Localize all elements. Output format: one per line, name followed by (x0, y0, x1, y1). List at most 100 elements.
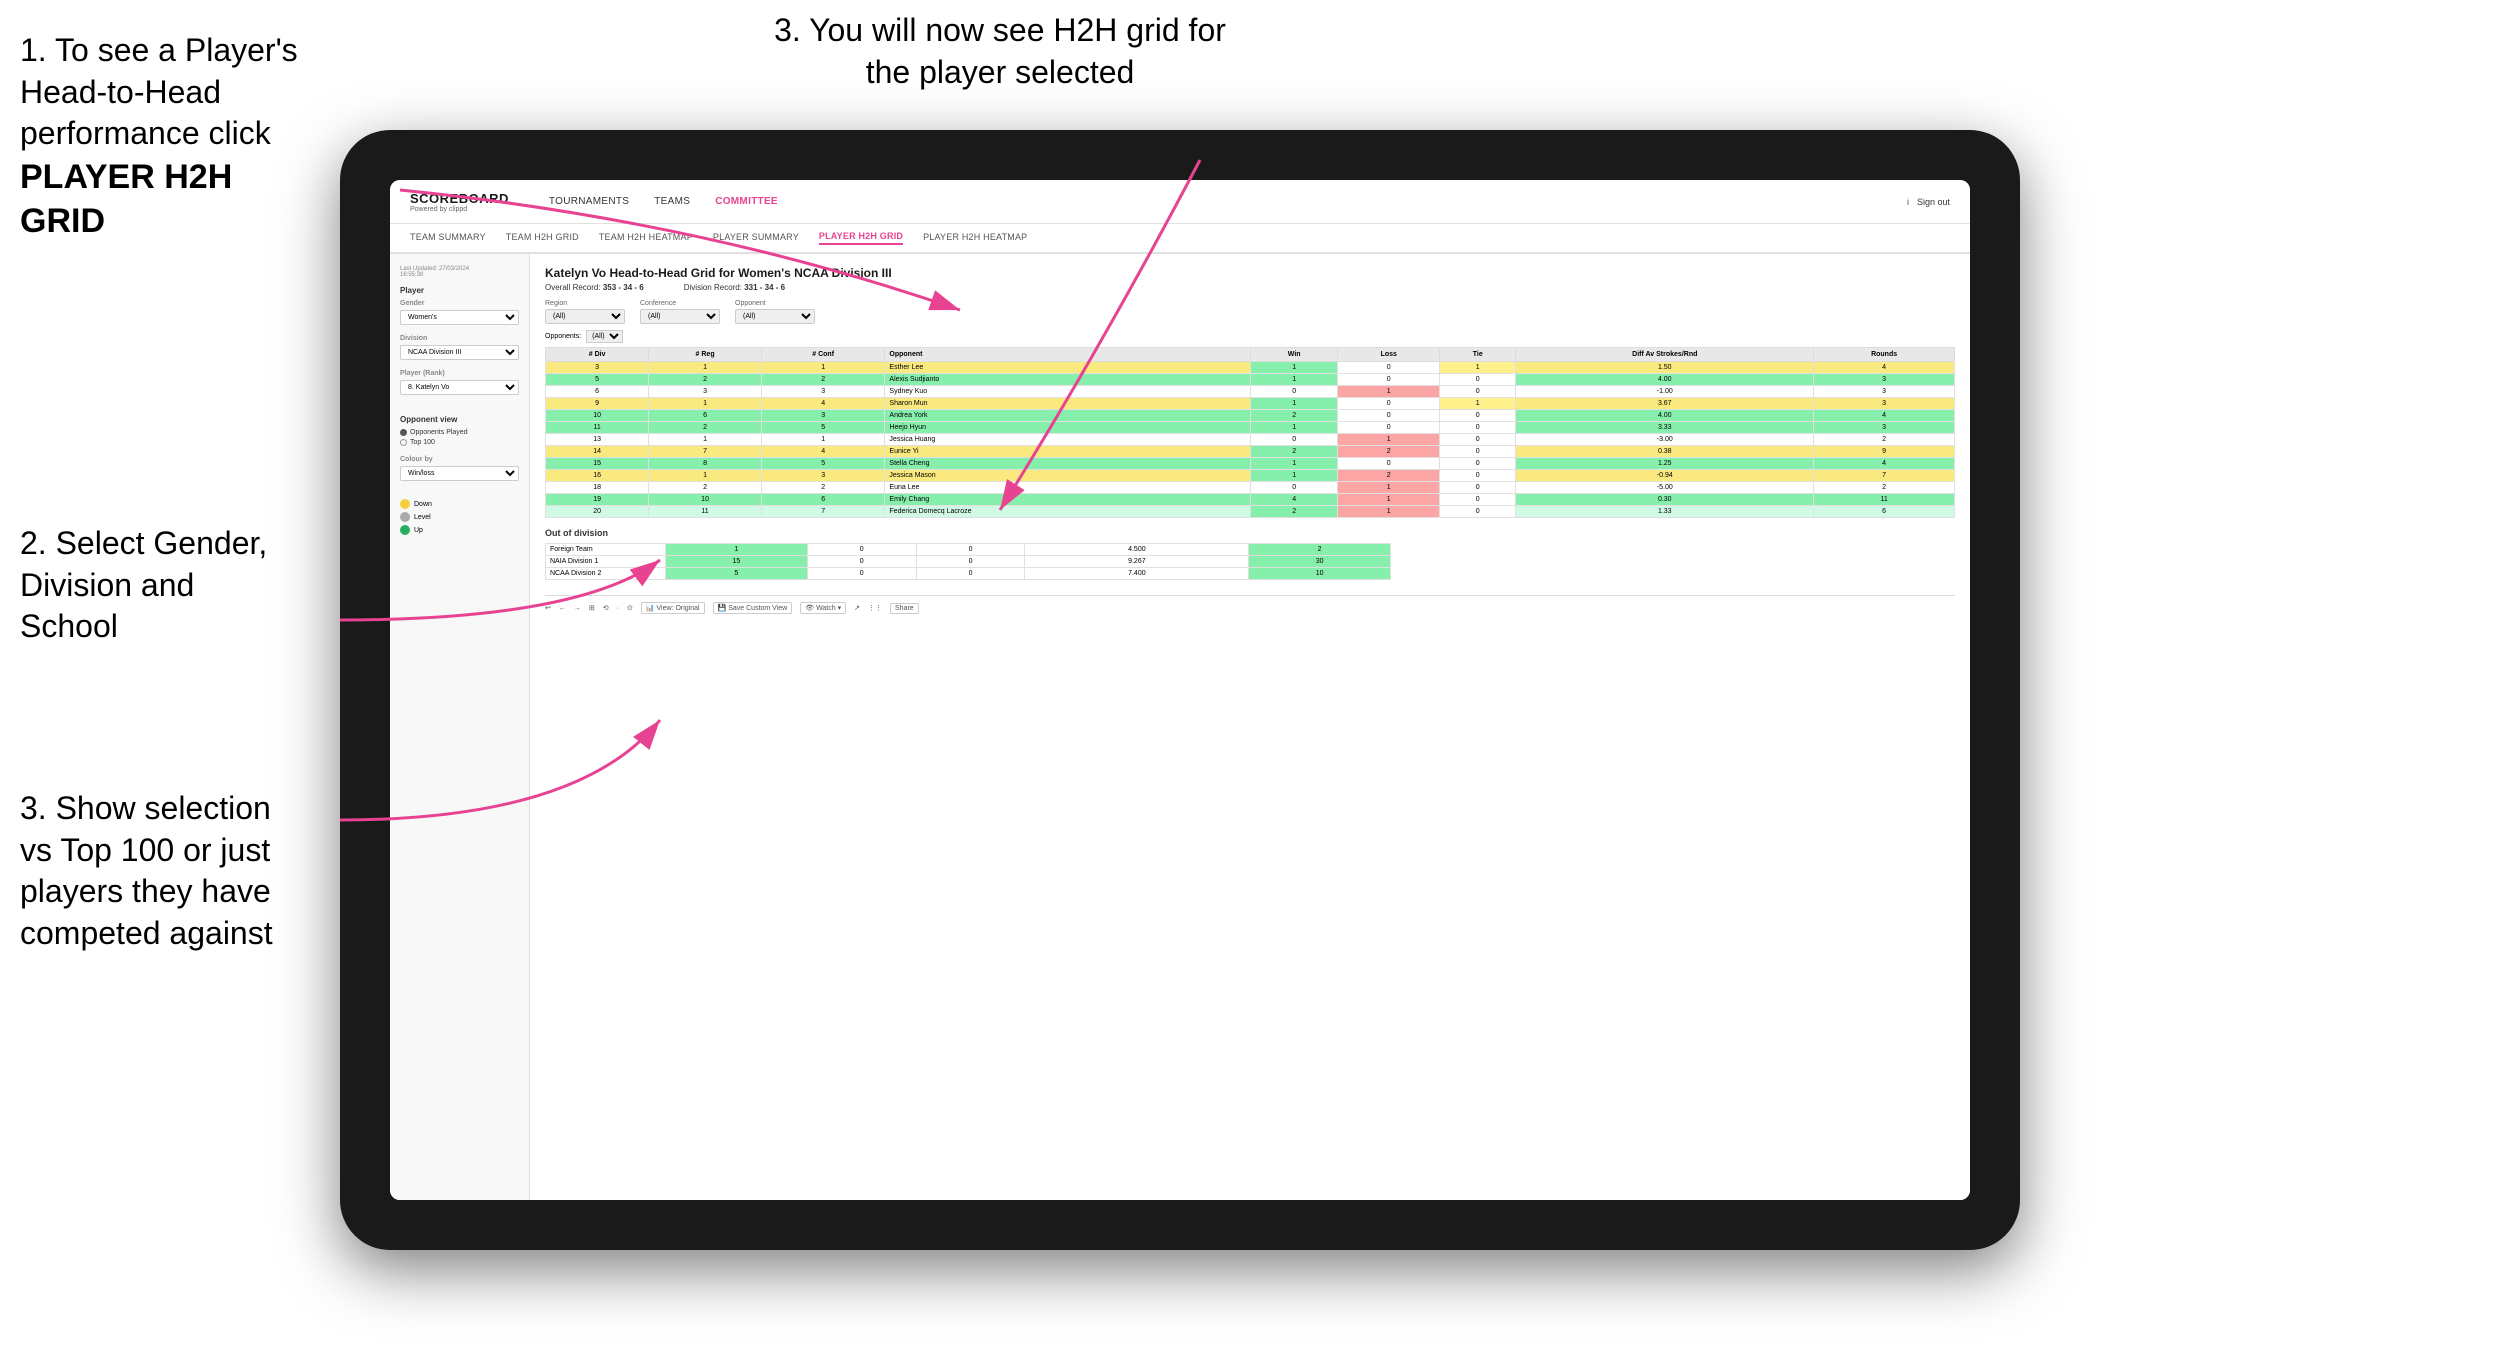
filter-opponent: Opponent (All) (735, 300, 815, 324)
ood-rounds: 10 (1249, 568, 1391, 580)
ood-label: NAIA Division 1 (546, 556, 666, 568)
legend-up: Up (400, 525, 519, 535)
region-filter-label: Region (545, 300, 625, 307)
cell-reg: 2 (649, 422, 762, 434)
grid-area: Katelyn Vo Head-to-Head Grid for Women's… (530, 254, 1970, 1200)
sub-nav-player-summary[interactable]: PLAYER SUMMARY (713, 232, 799, 244)
cell-conf: 1 (761, 362, 885, 374)
cell-opponent: Euna Lee (885, 482, 1251, 494)
sub-nav-team-h2h-grid[interactable]: TEAM H2H GRID (506, 232, 579, 244)
toolbar-grid-icon[interactable]: ⊞ (589, 604, 595, 612)
step1-block: 1. To see a Player's Head-to-Head perfor… (20, 30, 300, 243)
table-row: 11 2 5 Heejo Hyun 1 0 0 3.33 3 (546, 422, 1955, 434)
cell-tie: 1 (1440, 398, 1516, 410)
ood-diff: 7.400 (1025, 568, 1249, 580)
cell-reg: 3 (649, 386, 762, 398)
toolbar-layout[interactable]: ⋮⋮ (868, 604, 882, 612)
toolbar-watch[interactable]: 👁 Watch ▾ (800, 602, 846, 614)
cell-conf: 1 (761, 434, 885, 446)
division-select[interactable]: NCAA Division III (400, 345, 519, 360)
toolbar-refresh[interactable]: ⟲ (603, 604, 609, 612)
toolbar-export[interactable]: ↗ (854, 604, 860, 612)
legend-level: Level (400, 512, 519, 522)
cell-tie: 0 (1440, 386, 1516, 398)
sub-nav-player-h2h-heatmap[interactable]: PLAYER H2H HEATMAP (923, 232, 1027, 244)
sub-nav-team-h2h-heatmap[interactable]: TEAM H2H HEATMAP (599, 232, 693, 244)
toolbar-dots[interactable]: · (617, 605, 619, 612)
sub-nav-player-h2h-grid[interactable]: PLAYER H2H GRID (819, 231, 903, 245)
filter-conference: Conference (All) (640, 300, 720, 324)
last-updated: Last Updated: 27/03/2024 16:55:38 (400, 266, 519, 278)
cell-diff: -3.00 (1516, 434, 1814, 446)
overall-record-label: Overall Record: (545, 283, 601, 292)
player-rank-label: Player (Rank) (400, 370, 519, 377)
table-row: 16 1 3 Jessica Mason 1 2 0 -0.94 7 (546, 470, 1955, 482)
cell-conf: 5 (761, 458, 885, 470)
player-rank-select[interactable]: 8. Katelyn Vo (400, 380, 519, 395)
cell-div: 15 (546, 458, 649, 470)
ood-label: Foreign Team (546, 544, 666, 556)
nav-tournaments[interactable]: TOURNAMENTS (549, 196, 629, 207)
opponent-filter-select[interactable]: (All) (735, 309, 815, 324)
cell-tie: 0 (1440, 458, 1516, 470)
radio-opponents-label: Opponents Played (410, 429, 468, 436)
toolbar-share[interactable]: Share (890, 603, 919, 614)
legend-down: Down (400, 499, 519, 509)
col-diff: Diff Av Strokes/Rnd (1516, 348, 1814, 362)
cell-rounds: 3 (1814, 422, 1955, 434)
cell-diff: -1.00 (1516, 386, 1814, 398)
col-reg: # Reg (649, 348, 762, 362)
radio-opponents-played[interactable]: Opponents Played (400, 429, 519, 436)
cell-diff: 3.67 (1516, 398, 1814, 410)
cell-opponent: Sydney Kuo (885, 386, 1251, 398)
radio-top100[interactable]: Top 100 (400, 439, 519, 446)
conference-filter-select[interactable]: (All) (640, 309, 720, 324)
grid-title: Katelyn Vo Head-to-Head Grid for Women's… (545, 266, 1955, 280)
table-row: 15 8 5 Stella Cheng 1 0 0 1.25 4 (546, 458, 1955, 470)
ood-rounds: 30 (1249, 556, 1391, 568)
gender-label: Gender (400, 300, 519, 307)
sign-out-button[interactable]: Sign out (1917, 197, 1950, 207)
cell-loss: 0 (1338, 422, 1440, 434)
cell-opponent: Sharon Mun (885, 398, 1251, 410)
cell-tie: 0 (1440, 374, 1516, 386)
toolbar-forward[interactable]: → (574, 605, 581, 612)
col-win: Win (1250, 348, 1337, 362)
cell-div: 18 (546, 482, 649, 494)
toolbar-circle[interactable]: ⊙ (627, 604, 633, 612)
cell-tie: 1 (1440, 362, 1516, 374)
toolbar-view-original[interactable]: 📊 View: Original (641, 602, 705, 614)
cell-reg: 6 (649, 410, 762, 422)
ood-loss: 0 (807, 556, 916, 568)
step2-block: 2. Select Gender, Division and School (20, 523, 300, 648)
sub-nav: TEAM SUMMARY TEAM H2H GRID TEAM H2H HEAT… (390, 224, 1970, 254)
colour-by-select[interactable]: Win/loss (400, 466, 519, 481)
cell-rounds: 3 (1814, 386, 1955, 398)
toolbar-undo[interactable]: ↩ (545, 604, 551, 612)
logo: SCOREBOARD Powered by clippd (410, 191, 509, 213)
col-div: # Div (546, 348, 649, 362)
region-filter-select[interactable]: (All) (545, 309, 625, 324)
legend-dot-down (400, 499, 410, 509)
toolbar-back[interactable]: ← (559, 605, 566, 612)
cell-rounds: 6 (1814, 506, 1955, 518)
nav-teams[interactable]: TEAMS (654, 196, 690, 207)
cell-div: 16 (546, 470, 649, 482)
cell-diff: -0.94 (1516, 470, 1814, 482)
cell-loss: 1 (1338, 482, 1440, 494)
sub-nav-team-summary[interactable]: TEAM SUMMARY (410, 232, 486, 244)
cell-rounds: 9 (1814, 446, 1955, 458)
cell-opponent: Jessica Mason (885, 470, 1251, 482)
gender-select[interactable]: Women's (400, 310, 519, 325)
nav-committee[interactable]: COMMITTEE (715, 196, 778, 207)
cell-div: 9 (546, 398, 649, 410)
opponents-filter-select[interactable]: (All) (586, 330, 623, 343)
cell-rounds: 2 (1814, 434, 1955, 446)
cell-win: 1 (1250, 422, 1337, 434)
toolbar-save-view[interactable]: 💾 Save Custom View (713, 602, 793, 614)
cell-conf: 2 (761, 374, 885, 386)
cell-reg: 1 (649, 362, 762, 374)
cell-reg: 10 (649, 494, 762, 506)
table-row: 18 2 2 Euna Lee 0 1 0 -5.00 2 (546, 482, 1955, 494)
cell-div: 14 (546, 446, 649, 458)
